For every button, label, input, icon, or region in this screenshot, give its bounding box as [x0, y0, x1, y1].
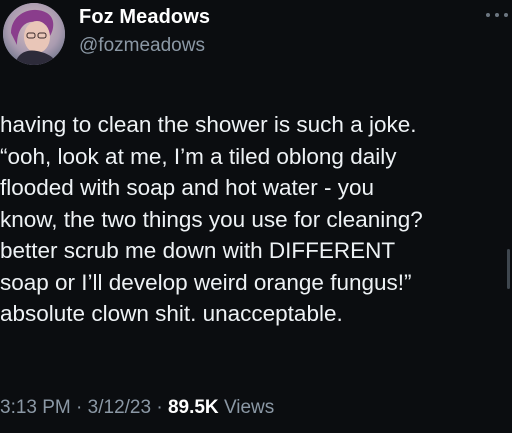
- views-label: Views: [223, 397, 275, 418]
- tweet-line: “ooh, look at me, I’m a tiled oblong dai…: [0, 143, 397, 169]
- tweet-text: having to clean the shower is such a jok…: [0, 109, 500, 330]
- tweet-meta: 3:13 PM · 3/12/23 · 89.5K Views: [0, 397, 274, 419]
- tweet-line: having to clean the shower is such a jok…: [0, 112, 417, 137]
- meta-separator: ·: [76, 397, 83, 418]
- views-count: 89.5K: [167, 397, 219, 418]
- tweet-line: flooded with soap and hot water - you: [0, 175, 374, 200]
- scrollbar-thumb[interactable]: [507, 249, 510, 289]
- more-horizontal-icon[interactable]: [486, 8, 508, 22]
- tweet-line: know, the two things you use for cleanin…: [0, 206, 423, 232]
- meta-separator: ·: [156, 397, 163, 418]
- tweet-card: Foz Meadows @fozmeadows having to clean …: [0, 0, 512, 433]
- tweet-date[interactable]: 3/12/23: [88, 397, 151, 418]
- dot: [504, 13, 508, 17]
- avatar-photo: [3, 3, 65, 65]
- dot: [486, 13, 490, 17]
- avatar[interactable]: [3, 3, 65, 65]
- dot: [495, 13, 499, 17]
- author-handle[interactable]: @fozmeadows: [79, 35, 205, 57]
- tweet-line: soap or I’ll develop weird orange fungus…: [0, 269, 412, 295]
- tweet-line: absolute clown shit. unacceptable.: [0, 301, 343, 326]
- tweet-line: better scrub me down with DIFFERENT: [0, 238, 396, 263]
- tweet-time[interactable]: 3:13 PM: [0, 397, 71, 418]
- author-name[interactable]: Foz Meadows: [79, 6, 210, 29]
